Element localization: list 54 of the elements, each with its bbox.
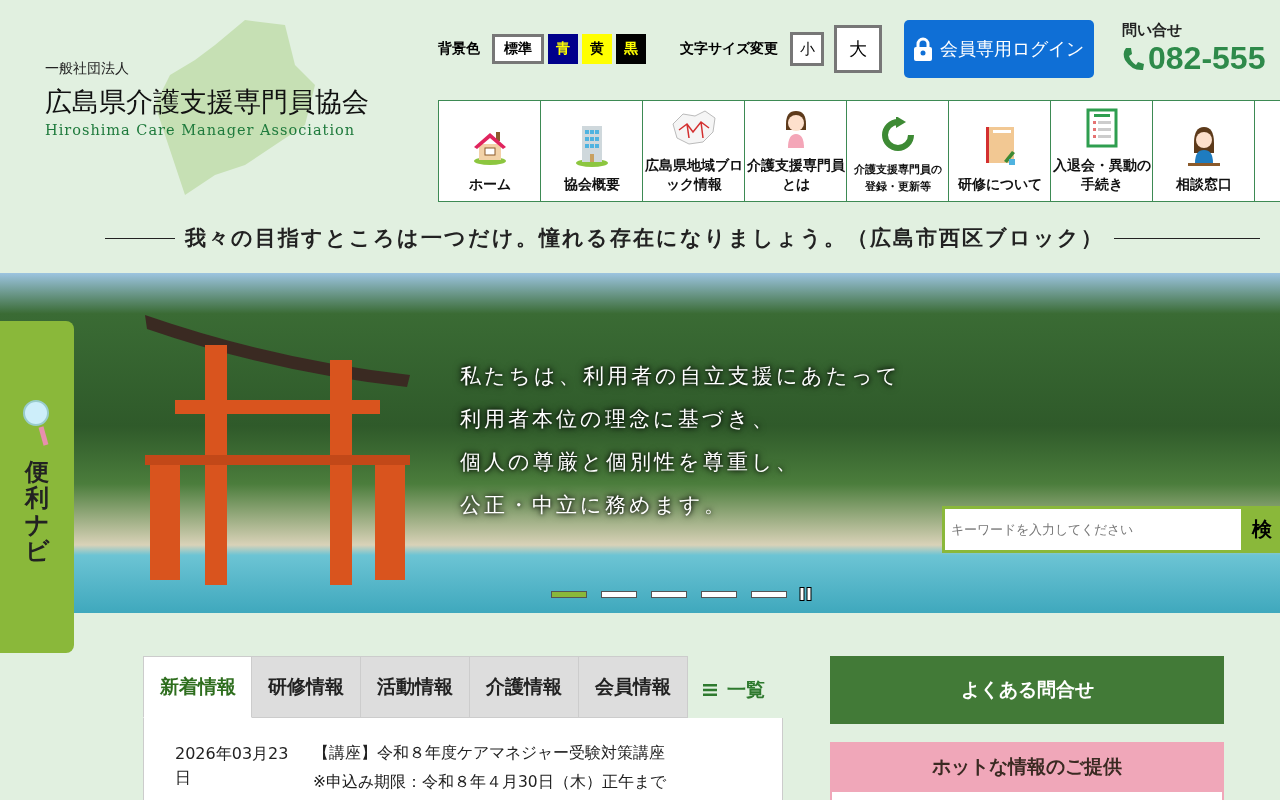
menu-icon: [703, 684, 717, 696]
list-link[interactable]: 一覧: [688, 662, 765, 718]
magnifier-icon: [22, 399, 52, 447]
search-field[interactable]: キーワードを入力してください: [942, 506, 1244, 553]
hero-text-line: 個人の尊厳と個別性を尊重し、: [460, 449, 801, 476]
nav-item[interactable]: ホーム: [439, 100, 541, 202]
background-color-option[interactable]: 標準: [492, 34, 544, 64]
hero-text-line: 利用者本位の理念に基づき、: [460, 406, 777, 433]
nav-item[interactable]: 協会概要: [541, 100, 643, 202]
login-button[interactable]: 会員専用ログイン: [904, 20, 1094, 78]
phone-number[interactable]: 082-555: [1122, 40, 1266, 77]
hero-text-line: 私たちは、利用者の自立支援にあたって: [460, 363, 901, 390]
news-tab[interactable]: 新着情報: [143, 656, 252, 718]
nav-item[interactable]: 広島県地域ブロック情報: [643, 100, 745, 202]
phone-icon: [1122, 46, 1144, 71]
side-nav-tab[interactable]: 便利ナビ: [0, 321, 74, 653]
hero-text-line: 公正・中立に務めます。: [460, 492, 729, 519]
news-tab[interactable]: 介護情報: [470, 656, 579, 718]
pause-icon[interactable]: [799, 587, 813, 601]
lock-icon: [914, 37, 932, 61]
tagline: 我々の目指すところは一つだけ。憧れる存在になりましょう。（広島市西区ブロック）: [185, 224, 1104, 252]
news-note: ※申込み期限：令和８年４月30日（木）正午まで: [313, 772, 666, 793]
org-name: 広島県介護支援専門員協会: [45, 85, 370, 119]
news-tab[interactable]: 活動情報: [361, 656, 470, 718]
news-date: 2026年03月23日: [175, 743, 290, 789]
search-button[interactable]: 検: [1244, 506, 1280, 553]
nav-item[interactable]: 相談窓口: [1153, 100, 1255, 202]
slide-indicator[interactable]: [701, 590, 737, 598]
background-color-option[interactable]: 青: [548, 34, 578, 64]
nav-item[interactable]: 介護支援専門員の登録・更新等: [847, 100, 949, 202]
org-name-english: Hiroshima Care Manager Association: [45, 122, 357, 138]
background-color-label: 背景色: [438, 40, 480, 58]
font-size-label: 文字サイズ変更: [680, 40, 778, 58]
checklist-icon: [1085, 107, 1118, 148]
slide-indicator[interactable]: [551, 590, 587, 598]
side-nav-label: 便利ナビ: [25, 459, 49, 565]
news-title[interactable]: 【講座】令和８年度ケアマネジャー受験対策講座: [313, 739, 666, 768]
slide-indicator[interactable]: [601, 590, 637, 598]
font-size-option[interactable]: 大: [834, 25, 882, 73]
nav-item[interactable]: 入退会・異動の手続き: [1051, 100, 1153, 202]
contact-label: 問い合せ: [1122, 21, 1183, 40]
faq-button[interactable]: よくある問合せ: [830, 656, 1224, 724]
news-tab[interactable]: 研修情報: [252, 656, 361, 718]
background-color-option[interactable]: 黄: [582, 34, 612, 64]
refresh-icon: [879, 117, 916, 154]
nav-item[interactable]: 介護支援専門員とは: [745, 100, 847, 202]
news-tab[interactable]: 会員情報: [579, 656, 688, 718]
slide-indicator[interactable]: [651, 590, 687, 598]
background-color-option[interactable]: 黒: [616, 34, 646, 64]
org-type: 一般社団法人: [45, 60, 130, 78]
hot-info-title: ホットな情報のご提供: [931, 754, 1123, 779]
slide-indicator[interactable]: [751, 590, 787, 598]
nav-item[interactable]: 研修について: [949, 100, 1051, 202]
font-size-option[interactable]: 小: [790, 32, 824, 66]
